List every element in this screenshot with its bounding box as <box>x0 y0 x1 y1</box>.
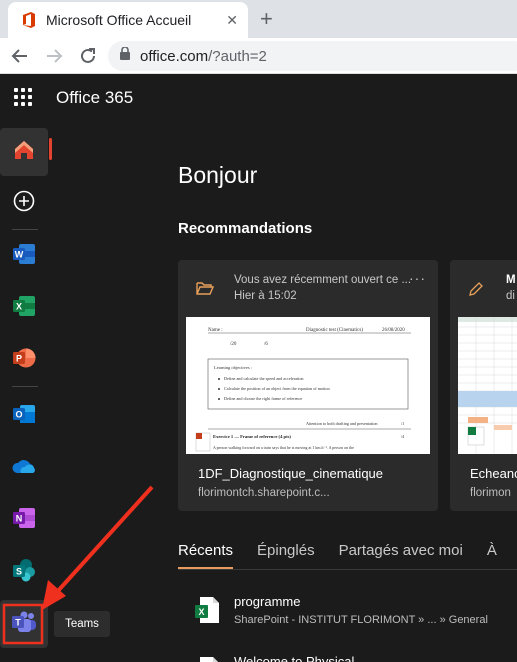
doc-date: 26/08/2020 <box>382 328 405 333</box>
app-launcher-icon[interactable] <box>14 88 32 106</box>
doc-objective-2: Calculate the position of an object from… <box>224 386 330 391</box>
browser-toolbar: office.com/?auth=2 <box>0 38 517 74</box>
recommendations-heading: Recommandations <box>178 220 313 237</box>
office-header: Office 365 <box>0 74 517 122</box>
address-bar[interactable]: office.com/?auth=2 <box>108 41 517 71</box>
rail-divider <box>12 229 38 230</box>
card-reason: Vous avez récemment ouvert ce ... <box>234 274 412 286</box>
svg-text:W: W <box>15 249 24 259</box>
back-arrow-icon[interactable] <box>8 44 32 68</box>
url-host: office.com <box>140 47 209 65</box>
card-file-location: florimontch.sharepoint.c... <box>198 487 330 499</box>
excel-file-icon: X <box>194 596 220 624</box>
file-name: programme <box>234 594 301 609</box>
tab-close-icon[interactable]: ✕ <box>226 11 238 29</box>
doc-attention-score: /1 <box>401 421 404 426</box>
doc-exercise-score: /4 <box>401 434 405 439</box>
card-file-location: florimon <box>470 487 511 499</box>
svg-text:X: X <box>198 607 204 617</box>
svg-text:X: X <box>16 301 22 311</box>
rail-divider <box>12 386 38 387</box>
svg-text:P: P <box>16 353 22 363</box>
card-header: M di <box>450 260 517 316</box>
rail-item-create[interactable] <box>0 179 48 227</box>
file-tabs: Récents Épinglés Partagés avec moi À <box>178 542 517 569</box>
app-rail: W X P O N S T <box>0 122 52 662</box>
app-name: Office 365 <box>56 88 134 107</box>
spreadsheet-thumbnail <box>458 317 517 454</box>
card-file-name: Echeanc <box>470 466 517 481</box>
svg-text:T: T <box>15 617 21 627</box>
doc-title: Diagnostic test (Cinematics) <box>306 328 363 333</box>
doc-exercise-text: A person walking forward on a train says… <box>213 445 354 450</box>
tab-recents[interactable]: Récents <box>178 542 234 569</box>
document-thumbnail: Name : Diagnostic test (Cinematics) 26/0… <box>186 317 430 454</box>
rail-item-word[interactable]: W <box>0 232 48 280</box>
doc-name-label: Name : <box>208 328 223 333</box>
doc-objectives-heading: Learning objectives : <box>214 365 252 370</box>
doc-exercise: Exercice 1 — Frame of reference (4 pts) <box>213 434 291 439</box>
list-item[interactable]: X programme SharePoint - INSTITUT FLORIM… <box>178 588 517 632</box>
document-file-icon <box>194 656 220 662</box>
tab-more[interactable]: À <box>487 542 497 569</box>
list-item[interactable]: Welcome to Physical <box>178 648 517 662</box>
rail-item-powerpoint[interactable]: P <box>0 336 48 384</box>
rail-item-outlook[interactable]: O <box>0 392 48 440</box>
onenote-icon: N <box>12 507 36 534</box>
lock-icon <box>120 46 130 65</box>
file-name: Welcome to Physical <box>234 654 355 662</box>
svg-text:O: O <box>15 409 22 419</box>
new-tab-button[interactable]: + <box>260 7 273 31</box>
doc-objective-1: Define and calculate the speed and accel… <box>224 376 304 381</box>
card-time: Hier à 15:02 <box>234 290 297 302</box>
browser-tab[interactable]: Microsoft Office Accueil ✕ <box>8 2 248 38</box>
recommendation-card[interactable]: Vous avez récemment ouvert ce ... Hier à… <box>178 260 438 511</box>
card-reason: M <box>506 274 516 286</box>
tab-title: Microsoft Office Accueil <box>46 12 192 28</box>
svg-text:S: S <box>16 566 22 576</box>
tab-pinned[interactable]: Épinglés <box>257 542 315 569</box>
url-text: office.com/?auth=2 <box>140 48 267 65</box>
card-time: di <box>506 290 515 302</box>
forward-arrow-icon[interactable] <box>42 44 66 68</box>
doc-objective-3: Define and choose the right frame of ref… <box>224 396 302 401</box>
file-path: SharePoint - INSTITUT FLORIMONT » ... » … <box>234 614 488 626</box>
add-circle-icon <box>13 190 35 217</box>
svg-text:N: N <box>16 513 23 523</box>
tabs-divider <box>178 569 517 570</box>
reload-icon[interactable] <box>76 44 100 68</box>
office-favicon-icon <box>22 12 36 28</box>
rail-item-onenote[interactable]: N <box>0 496 48 544</box>
outlook-icon: O <box>12 403 36 430</box>
folder-open-icon <box>196 281 215 300</box>
pencil-icon <box>468 281 484 302</box>
word-icon: W <box>12 243 36 270</box>
teams-tooltip: Teams <box>54 611 110 637</box>
powerpoint-icon: P <box>12 347 36 374</box>
doc-attention: Attention to both drafting and presentat… <box>306 421 378 426</box>
excel-icon: X <box>12 295 36 322</box>
browser-tabstrip: Microsoft Office Accueil ✕ + <box>0 0 517 38</box>
doc-score1: /20 <box>230 342 237 347</box>
rail-item-home[interactable] <box>0 128 48 176</box>
teams-icon: T <box>11 611 37 638</box>
sharepoint-icon: S <box>12 558 36 587</box>
more-options-icon[interactable]: ··· <box>409 270 426 286</box>
home-icon <box>13 139 35 166</box>
recommendation-card[interactable]: M di Echeanc florimon <box>450 260 517 511</box>
tab-shared[interactable]: Partagés avec moi <box>339 542 463 569</box>
rail-item-onedrive[interactable] <box>0 444 48 492</box>
card-header: Vous avez récemment ouvert ce ... Hier à… <box>178 260 438 316</box>
card-file-name: 1DF_Diagnostique_cinematique <box>198 466 384 481</box>
doc-score2: /6 <box>264 342 268 347</box>
rail-item-excel[interactable]: X <box>0 284 48 332</box>
greeting-title: Bonjour <box>178 162 258 188</box>
main-content: Bonjour Recommandations Vous avez récemm… <box>52 122 517 662</box>
onedrive-icon <box>11 457 37 480</box>
url-path: /?auth=2 <box>208 47 267 65</box>
rail-item-teams[interactable]: T <box>0 600 48 648</box>
rail-item-sharepoint[interactable]: S <box>0 548 48 596</box>
